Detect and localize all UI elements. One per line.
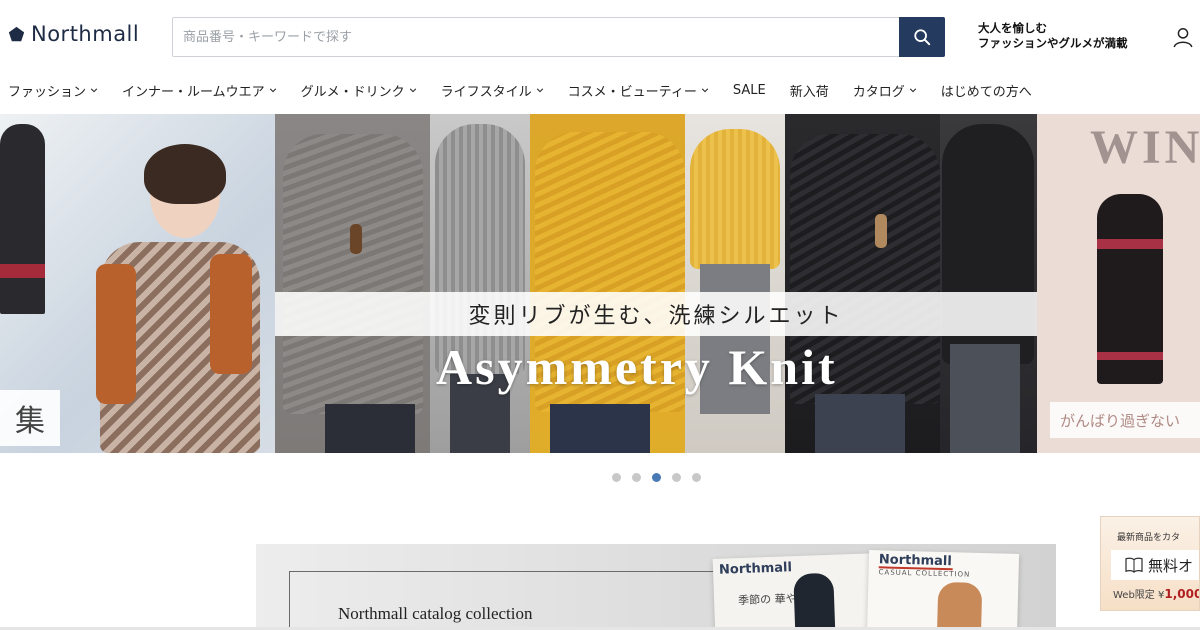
hero-slide-black-2[interactable] (940, 114, 1037, 453)
search-bar (172, 17, 945, 57)
nav-item[interactable]: 新入荷 (790, 81, 829, 100)
hero-slide-yellow-2[interactable] (685, 114, 785, 453)
logo-text: Northmall (31, 22, 140, 46)
catalog-banner[interactable]: Northmall catalog collection Northmall 季… (256, 544, 1056, 630)
nav-item-label: インナー・ルームウエア (122, 84, 265, 100)
carousel-dots (612, 473, 701, 482)
hero-title: Asymmetry Knit (436, 339, 838, 395)
main-nav: ファッション インナー・ルームウエア グルメ・ドリンク ライフスタイル コスメ・ビューテ… (0, 70, 1200, 110)
chevron-down-icon (909, 88, 916, 93)
float-banner-price: 1,000 (1164, 587, 1200, 601)
nav-item[interactable]: カタログ (853, 81, 917, 100)
chevron-down-icon (409, 88, 416, 93)
chevron-down-icon (90, 88, 98, 93)
search-icon (914, 29, 931, 46)
nav-item[interactable]: はじめての方へ (941, 81, 1032, 100)
nav-item-label: コスメ・ビューティー (567, 84, 697, 100)
hero-slide-black[interactable] (785, 114, 940, 453)
book-icon (1125, 557, 1143, 573)
nav-item-label: グルメ・ドリンク (300, 84, 405, 100)
hero-slide-grey[interactable] (275, 114, 430, 453)
logo[interactable]: Northmall (8, 22, 139, 46)
chevron-down-icon (536, 88, 543, 93)
chevron-down-icon (269, 88, 276, 93)
hero-slide-left[interactable]: 集 (0, 114, 275, 453)
catalog-book-image-2: Northmall CASUAL COLLECTION (866, 550, 1020, 630)
nav-item[interactable]: SALE (733, 83, 766, 98)
carousel-dot[interactable] (652, 473, 661, 482)
catalog-subtitle: CASUAL COLLECTION (878, 568, 971, 579)
nav-item[interactable]: ファッション (8, 81, 98, 100)
float-banner-free-box: 無料オ (1111, 550, 1199, 580)
model-image (0, 124, 45, 314)
catalog-book-text: 季節の 華や (737, 592, 797, 608)
search-button[interactable] (899, 17, 945, 57)
catalog-book-image: Northmall 季節の 華や (712, 553, 886, 630)
catalog-title: Northmall catalog collection (338, 604, 533, 623)
nav-item-label: カタログ (852, 84, 905, 100)
nav-item[interactable]: グルメ・ドリンク (301, 81, 417, 100)
hero-subtitle-band: 変則リブが生む、洗練シルエット (275, 292, 1037, 336)
float-banner-text: 最新商品をカタ (1117, 533, 1181, 543)
nav-item-label: 新入荷 (789, 84, 829, 100)
pentagon-logo-icon (8, 26, 25, 41)
search-input[interactable] (173, 18, 899, 56)
hero-subtitle: 変則リブが生む、洗練シルエット (468, 304, 844, 329)
nav-item-label: ライフスタイル (440, 84, 532, 100)
carousel-dot[interactable] (692, 473, 701, 482)
nav-item-label: はじめての方へ (940, 84, 1032, 100)
header-tagline: 大人を愉しむ ファッションやグルメが満載 (978, 21, 1128, 51)
nav-item[interactable]: コスメ・ビューティー (568, 81, 709, 100)
hero-right-caption: がんばり過ぎない (1050, 402, 1200, 438)
carousel-dot[interactable] (612, 473, 621, 482)
carousel-dot[interactable] (632, 473, 641, 482)
catalog-brand: Northmall (718, 560, 793, 578)
hero-slide-yellow[interactable] (530, 114, 685, 453)
nav-item-label: SALE (732, 82, 766, 98)
free-catalog-float-banner[interactable]: 最新商品をカタ 無料オ Web限定 ¥1,000 (1100, 516, 1200, 611)
hero-left-tag: 集 (0, 390, 60, 446)
hero-carousel[interactable]: 集 変則リブが生む、洗練シルエット Asymmetry Knit WIN がんば… (0, 114, 1200, 453)
float-banner-web-limited: Web限定 ¥1,000 (1113, 586, 1200, 601)
chevron-down-icon (701, 88, 709, 93)
site-header: Northmall 大人を愉しむ ファッションやグルメが満載 (0, 0, 1200, 70)
nav-item[interactable]: インナー・ルームウエア (122, 81, 277, 100)
hero-right-title: WIN (1090, 121, 1200, 174)
nav-item[interactable]: ライフスタイル (441, 81, 544, 100)
hero-slide-grey-2[interactable] (430, 114, 530, 453)
carousel-dot[interactable] (672, 473, 681, 482)
nav-item-label: ファッション (8, 84, 87, 100)
float-banner-web-label: Web限定 ¥ (1113, 590, 1165, 601)
user-account-icon[interactable] (1172, 26, 1194, 48)
float-banner-free-label: 無料オ (1148, 556, 1194, 575)
tagline-line-2: ファッションやグルメが満載 (978, 36, 1128, 50)
tagline-line-1: 大人を愉しむ (978, 21, 1047, 35)
